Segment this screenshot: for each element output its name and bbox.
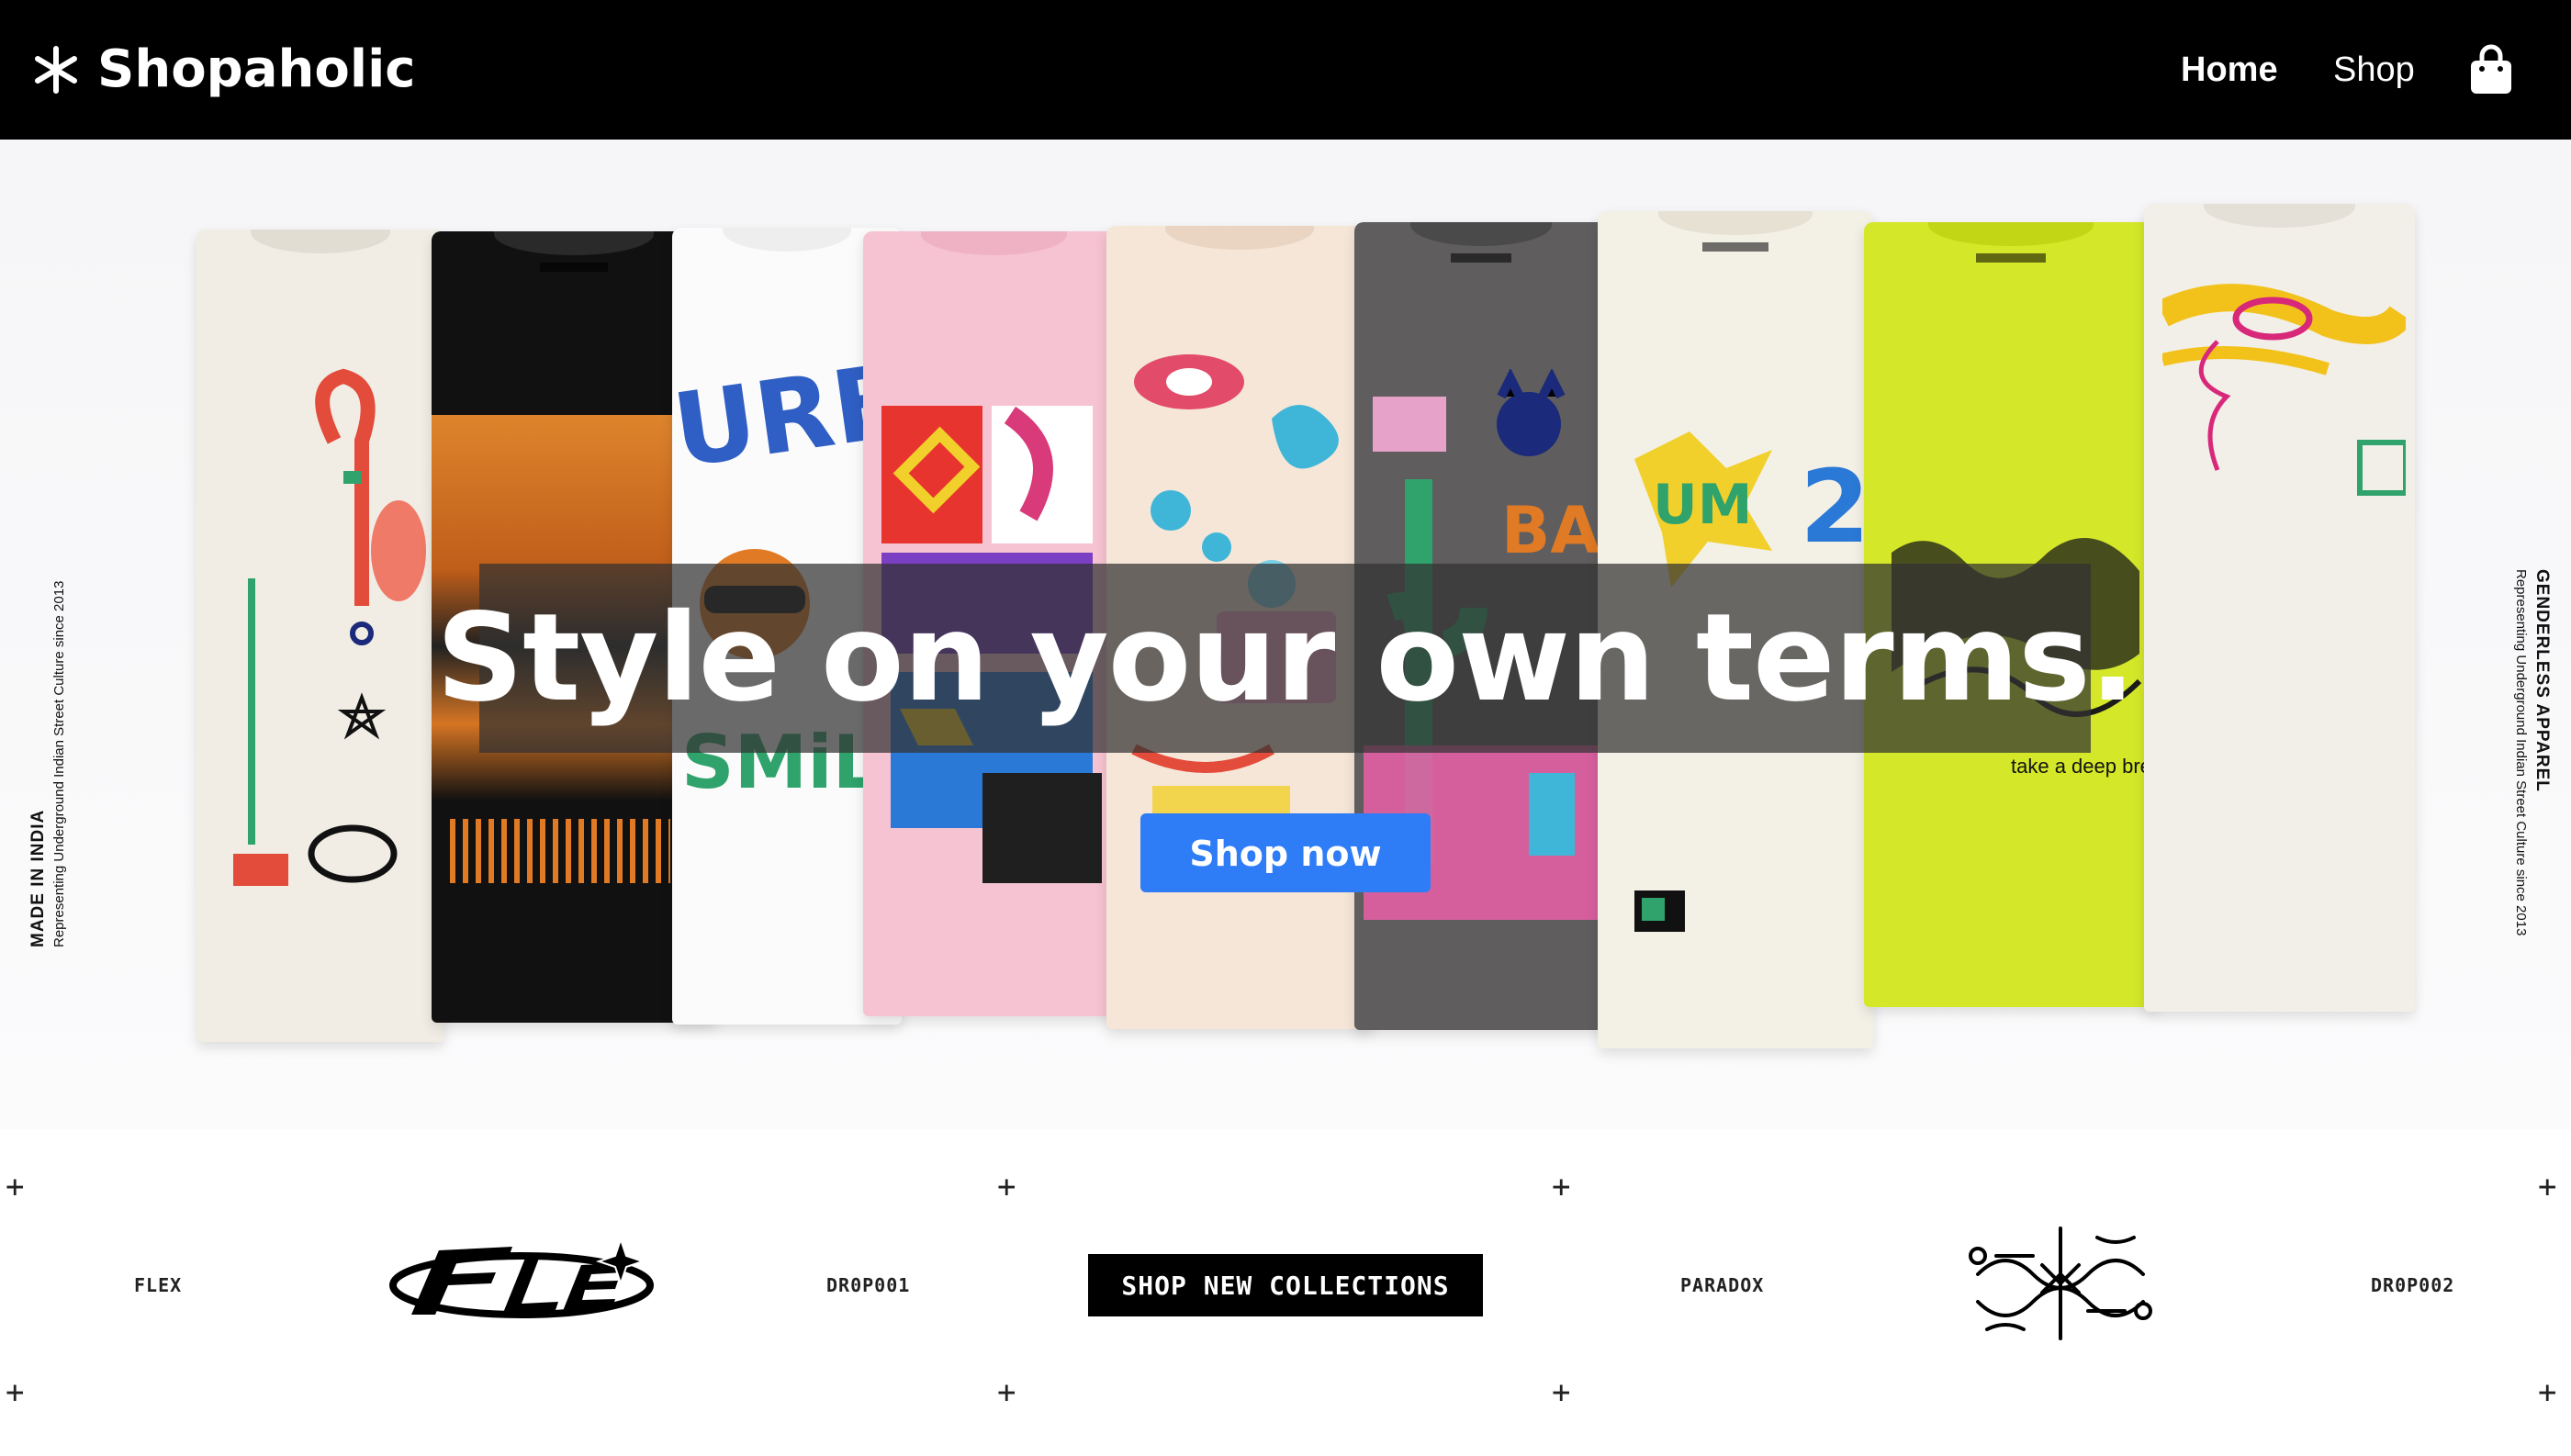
shirt-art-um: UM (1653, 473, 1752, 537)
asterisk-icon (35, 46, 77, 94)
flex-collection-logo[interactable] (375, 1230, 656, 1331)
site-header: Shopaholic Home Shop (0, 0, 2571, 140)
brand-name: Shopaholic (97, 39, 416, 99)
hero-headline: Style on your own terms. (436, 588, 2136, 729)
plus-mark: + (6, 1169, 25, 1205)
plus-mark: + (6, 1374, 25, 1411)
brand-logo-link[interactable]: Shopaholic (31, 40, 415, 99)
collections-strip: + + + + + + + + FLEX DR0P001 SHOP NEW CO… (0, 1129, 2571, 1456)
svg-text:2: 2 (1800, 448, 1864, 566)
shirt-art-bang: BANG (1501, 493, 1598, 568)
collection-name-left: FLEX (134, 1274, 183, 1296)
shirt-art-breath: take a deep breath. (2011, 755, 2149, 778)
paradox-collection-logo[interactable] (1959, 1219, 2161, 1348)
collection-name-right: PARADOX (1680, 1274, 1765, 1296)
shop-new-collections-button[interactable]: SHOP NEW COLLECTIONS (1088, 1254, 1483, 1316)
shopping-bag-icon[interactable] (2468, 44, 2514, 95)
plus-mark: + (997, 1374, 1016, 1411)
shop-now-button[interactable]: Shop now (1140, 813, 1431, 892)
plus-mark: + (1552, 1169, 1571, 1205)
plus-mark: + (1552, 1374, 1571, 1411)
drop-code-left: DR0P001 (826, 1274, 911, 1296)
plus-mark: + (2538, 1169, 2557, 1205)
drop-code-right: DR0P002 (2371, 1274, 2455, 1296)
nav-home-link[interactable]: Home (2181, 48, 2278, 92)
nav-shop-link[interactable]: Shop (2333, 48, 2415, 92)
hero-banner: URBAN SMiLEY (0, 140, 2571, 1129)
plus-mark: + (2538, 1374, 2557, 1411)
plus-mark: + (997, 1169, 1016, 1205)
